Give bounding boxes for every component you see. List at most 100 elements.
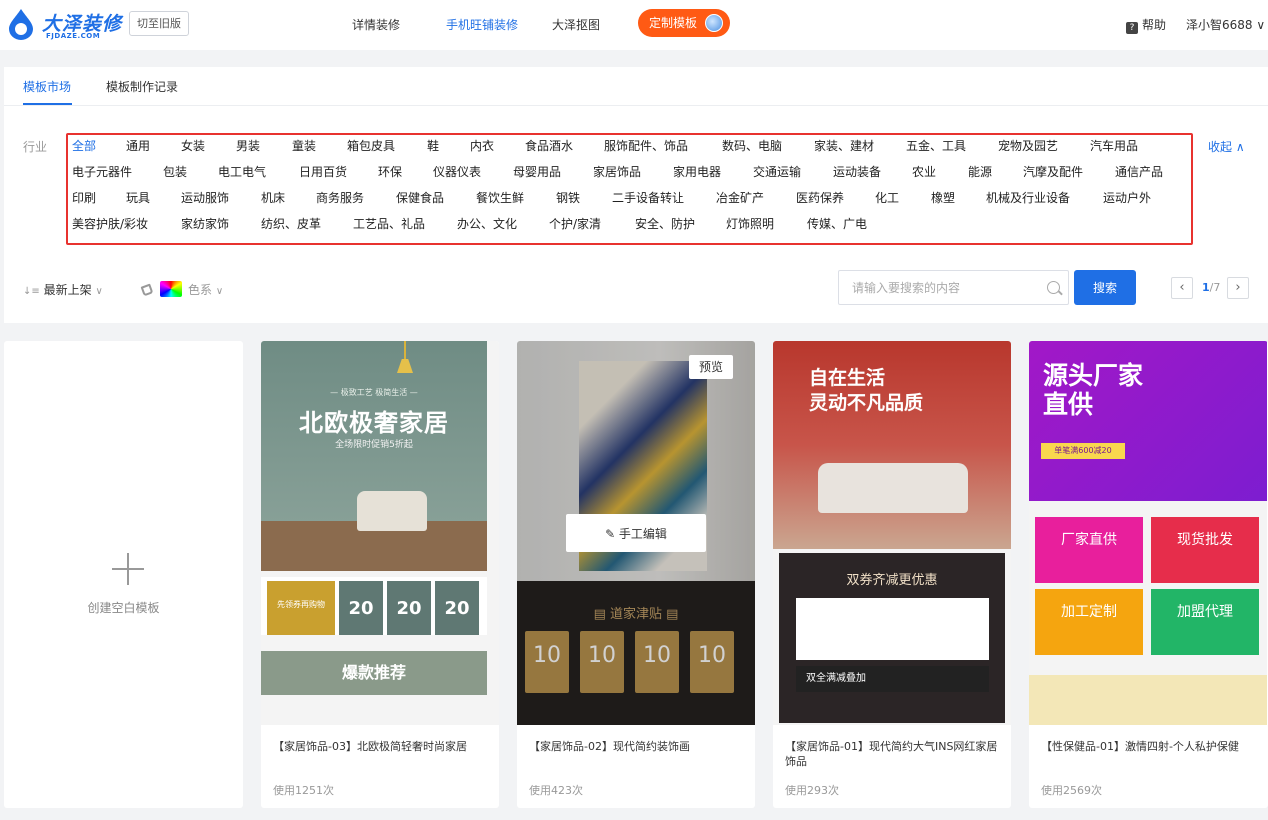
category-item[interactable]: 个护/家清 — [549, 215, 601, 232]
category-item[interactable]: 医药保养 — [796, 189, 844, 206]
template-thumbnail[interactable]: 源头厂家 直供 单笔满600减20 厂家直供 现货批发 加工定制 加盟代理 — [1029, 341, 1267, 725]
template-card[interactable]: — 极致工艺 极简生活 — 北欧极奢家居 全场限时促销5折起 先领券再购物 20… — [261, 341, 499, 808]
logo-subtext: FJDAZE.COM — [46, 32, 101, 40]
category-item[interactable]: 女装 — [181, 137, 205, 154]
template-card[interactable]: 自在生活 灵动不凡品质 双券齐减更优惠 双全满减叠加 【家居饰品-01】现代简约大… — [773, 341, 1011, 808]
custom-template-button[interactable]: 定制模板 — [638, 9, 730, 37]
category-item[interactable]: 服饰配件、饰品 — [604, 137, 688, 154]
user-menu[interactable]: 泽小智6688 ∨ — [1186, 16, 1265, 33]
category-item[interactable]: 保健食品 — [396, 189, 444, 206]
custom-template-label: 定制模板 — [649, 16, 698, 30]
template-thumbnail[interactable]: 自在生活 灵动不凡品质 双券齐减更优惠 双全满减叠加 — [773, 341, 1011, 725]
category-item[interactable]: 安全、防护 — [635, 215, 695, 232]
category-item[interactable]: 商务服务 — [316, 189, 364, 206]
prev-page-button[interactable]: ‹ — [1171, 277, 1193, 299]
category-item[interactable]: 工艺品、礼品 — [353, 215, 425, 232]
template-card[interactable]: ▤ 道家津贴 ▤ 10 10 10 10 预览 ✎ 手工编辑 【家居饰品-02】… — [517, 341, 755, 808]
category-item[interactable]: 五金、工具 — [906, 137, 966, 154]
category-item[interactable]: 数码、电脑 — [722, 137, 782, 154]
category-item[interactable]: 印刷 — [72, 189, 96, 206]
category-item[interactable]: 纺织、皮革 — [261, 215, 321, 232]
category-item[interactable]: 环保 — [378, 163, 402, 180]
nav-mobile-shop-decoration[interactable]: 手机旺铺装修 — [446, 16, 518, 33]
search-icon[interactable] — [1047, 281, 1060, 294]
next-page-button[interactable]: › — [1227, 277, 1249, 299]
category-item[interactable]: 运动户外 — [1103, 189, 1151, 206]
category-item[interactable]: 全部 — [72, 137, 96, 154]
category-item[interactable]: 传媒、广电 — [807, 215, 867, 232]
category-item[interactable]: 家装、建材 — [814, 137, 874, 154]
category-item[interactable]: 家用电器 — [673, 163, 721, 180]
thumb-tag: 单笔满600减20 — [1041, 443, 1125, 459]
tab-template-records[interactable]: 模板制作记录 — [106, 78, 178, 95]
thumb-feature-box: 加盟代理 — [1151, 589, 1259, 655]
search-button[interactable]: 搜索 — [1074, 270, 1136, 305]
category-item[interactable]: 电工电气 — [218, 163, 266, 180]
thumb-banner: — 极致工艺 极简生活 — 北欧极奢家居 全场限时促销5折起 — [261, 341, 487, 571]
category-item[interactable]: 冶金矿产 — [716, 189, 764, 206]
category-item[interactable]: 餐饮生鲜 — [476, 189, 524, 206]
category-item[interactable]: 食品酒水 — [525, 137, 573, 154]
thumb-banner: 自在生活 灵动不凡品质 — [773, 341, 1011, 549]
template-thumbnail[interactable]: ▤ 道家津贴 ▤ 10 10 10 10 预览 ✎ 手工编辑 — [517, 341, 755, 725]
category-item[interactable]: 化工 — [875, 189, 899, 206]
template-thumbnail[interactable]: — 极致工艺 极简生活 — 北欧极奢家居 全场限时促销5折起 先领券再购物 20… — [261, 341, 499, 725]
thumb-tagline: — 极致工艺 极简生活 — — [330, 388, 418, 397]
category-item[interactable]: 农业 — [912, 163, 936, 180]
category-item[interactable]: 内衣 — [470, 137, 494, 154]
color-filter-label: 色系 — [188, 283, 213, 297]
category-item[interactable]: 童装 — [292, 137, 316, 154]
color-filter-dropdown[interactable]: 色系 ∨ — [140, 281, 223, 298]
manual-edit-button[interactable]: ✎ 手工编辑 — [566, 514, 706, 552]
category-item[interactable]: 运动服饰 — [181, 189, 229, 206]
thumb-subline: 全场限时促销5折起 — [335, 440, 413, 450]
category-item[interactable]: 汽摩及配件 — [1023, 163, 1083, 180]
category-item[interactable]: 日用百货 — [299, 163, 347, 180]
create-blank-template-card[interactable]: 创建空白模板 — [4, 341, 243, 808]
category-item[interactable]: 美容护肤/彩妆 — [72, 215, 148, 232]
category-item[interactable]: 仪器仪表 — [433, 163, 481, 180]
category-item[interactable]: 交通运输 — [753, 163, 801, 180]
category-item[interactable]: 运动装备 — [833, 163, 881, 180]
category-item[interactable]: 玩具 — [126, 189, 150, 206]
template-card[interactable]: 源头厂家 直供 单笔满600减20 厂家直供 现货批发 加工定制 加盟代理 【性保… — [1029, 341, 1268, 808]
thumb-coupon: 20 — [387, 581, 431, 635]
collapse-toggle[interactable]: 收起 ∧ — [1208, 138, 1245, 155]
thumb-feature-box: 现货批发 — [1151, 517, 1259, 583]
category-item[interactable]: 母婴用品 — [513, 163, 561, 180]
template-usage-count: 使用423次 — [529, 784, 583, 797]
tab-template-market[interactable]: 模板市场 — [23, 78, 71, 95]
logo[interactable]: 大泽装修 FJDAZE.COM — [6, 8, 124, 42]
search-input[interactable] — [839, 271, 1039, 304]
category-item[interactable]: 汽车用品 — [1090, 137, 1138, 154]
paint-bucket-icon — [140, 283, 154, 297]
sort-dropdown[interactable]: ↓≡ 最新上架 ∨ — [23, 281, 103, 298]
category-item[interactable]: 机床 — [261, 189, 285, 206]
category-item[interactable]: 电子元器件 — [72, 163, 132, 180]
category-item[interactable]: 灯饰照明 — [726, 215, 774, 232]
category-item[interactable]: 家纺家饰 — [181, 215, 229, 232]
category-item[interactable]: 宠物及园艺 — [998, 137, 1058, 154]
top-bar: 大泽装修 FJDAZE.COM 切至旧版 详情装修 手机旺铺装修 大泽抠图 定制… — [0, 0, 1268, 50]
category-item[interactable]: 鞋 — [427, 137, 439, 154]
category-item[interactable]: 钢铁 — [556, 189, 580, 206]
category-item[interactable]: 能源 — [968, 163, 992, 180]
page-total: /7 — [1209, 281, 1221, 294]
thumb-coupon: 20 — [435, 581, 479, 635]
category-item[interactable]: 箱包皮具 — [347, 137, 395, 154]
preview-button[interactable]: 预览 — [689, 355, 733, 379]
help-link[interactable]: ? 帮助 — [1126, 16, 1166, 34]
category-item[interactable]: 家居饰品 — [593, 163, 641, 180]
category-item[interactable]: 二手设备转让 — [612, 189, 684, 206]
nav-image-cutout[interactable]: 大泽抠图 — [552, 16, 600, 33]
switch-version-button[interactable]: 切至旧版 — [129, 11, 189, 36]
category-item[interactable]: 橡塑 — [931, 189, 955, 206]
question-icon: ? — [1126, 22, 1138, 34]
category-item[interactable]: 男装 — [236, 137, 260, 154]
category-item[interactable]: 办公、文化 — [457, 215, 517, 232]
nav-detail-decoration[interactable]: 详情装修 — [352, 16, 400, 33]
category-item[interactable]: 通用 — [126, 137, 150, 154]
category-item[interactable]: 机械及行业设备 — [986, 189, 1070, 206]
category-item[interactable]: 包装 — [163, 163, 187, 180]
category-item[interactable]: 通信产品 — [1115, 163, 1163, 180]
